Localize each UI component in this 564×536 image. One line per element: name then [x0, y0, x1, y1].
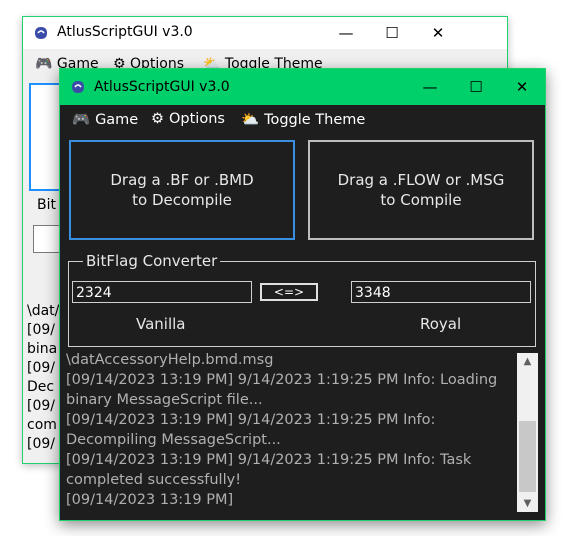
log-line: binary MessageScript file... — [66, 392, 263, 408]
gamepad-icon: 🎮 — [35, 56, 53, 72]
sun-cloud-icon: ⛅ — [241, 112, 260, 128]
decompile-drop-zone[interactable]: Drag a .BF or .BMD to Decompile — [69, 140, 295, 240]
royal-label: Royal — [420, 315, 462, 333]
minimize-button[interactable]: — — [323, 17, 369, 49]
drop-zone-label: to Decompile — [132, 191, 232, 209]
title-bar[interactable]: AtlusScriptGUI v3.0 — ☐ ✕ — [23, 17, 507, 49]
app-icon — [35, 27, 47, 39]
drop-zone-label: to Compile — [380, 191, 462, 209]
vanilla-input[interactable]: 2324 — [72, 281, 252, 303]
main-window[interactable]: AtlusScriptGUI v3.0 — ☐ ✕ 🎮 Game ⚙ Optio… — [59, 68, 546, 521]
log-line: Decompiling MessageScript... — [66, 432, 281, 448]
scroll-thumb[interactable] — [519, 421, 536, 492]
log-line: [09/14/2023 13:19 PM] — [66, 492, 234, 508]
bitflag-legend: BitFlag Converter — [83, 252, 221, 270]
app-icon — [72, 81, 84, 93]
close-button[interactable]: ✕ — [499, 71, 545, 103]
close-button[interactable]: ✕ — [415, 17, 461, 49]
royal-input[interactable]: 3348 — [351, 281, 531, 303]
gamepad-icon: 🎮 — [72, 112, 91, 128]
maximize-button[interactable]: ☐ — [453, 71, 499, 103]
menu-options[interactable]: ⚙ Options — [151, 111, 225, 127]
window-title: AtlusScriptGUI v3.0 — [94, 79, 230, 95]
decompile-drop-zone[interactable] — [29, 83, 63, 191]
log-line: [09/14/2023 13:19 PM] 9/14/2023 1:19:25 … — [66, 372, 498, 388]
log-line: [09/14/2023 13:19 PM] 9/14/2023 1:19:25 … — [66, 452, 472, 468]
log-line: [09/14/2023 13:19 PM] 9/14/2023 1:19:25 … — [66, 412, 436, 428]
log-line: \datAccessoryHelp.bmd.msg — [66, 352, 274, 368]
title-bar[interactable]: AtlusScriptGUI v3.0 — ☐ ✕ — [60, 69, 545, 105]
bitflag-legend: Bit — [37, 197, 56, 213]
vanilla-label: Vanilla — [136, 315, 186, 333]
maximize-button[interactable]: ☐ — [369, 17, 415, 49]
compile-drop-zone[interactable]: Drag a .FLOW or .MSG to Compile — [308, 140, 534, 240]
menu-bar: 🎮 Game ⚙ Options ⛅ Toggle Theme — [60, 105, 545, 135]
log-line: completed successfully! — [66, 472, 242, 488]
menu-game[interactable]: 🎮 Game — [72, 111, 138, 129]
bitflag-converter-group: BitFlag Converter — [68, 252, 536, 347]
scroll-down-icon[interactable]: ▼ — [517, 495, 538, 512]
minimize-button[interactable]: — — [407, 71, 453, 103]
menu-toggle-theme[interactable]: ⛅ Toggle Theme — [241, 111, 365, 129]
log-scrollbar[interactable]: ▲ ▼ — [517, 353, 538, 512]
drop-zone-label: Drag a .BF or .BMD — [110, 171, 254, 189]
log-output[interactable]: \datAccessoryHelp.bmd.msg [09/14/2023 13… — [66, 350, 516, 512]
convert-button[interactable]: <=> — [260, 283, 318, 301]
scroll-up-icon[interactable]: ▲ — [517, 353, 538, 370]
window-title: AtlusScriptGUI v3.0 — [57, 24, 193, 40]
vanilla-input[interactable] — [33, 225, 61, 253]
drop-zone-label: Drag a .FLOW or .MSG — [337, 171, 505, 189]
gear-icon: ⚙ — [151, 111, 164, 127]
